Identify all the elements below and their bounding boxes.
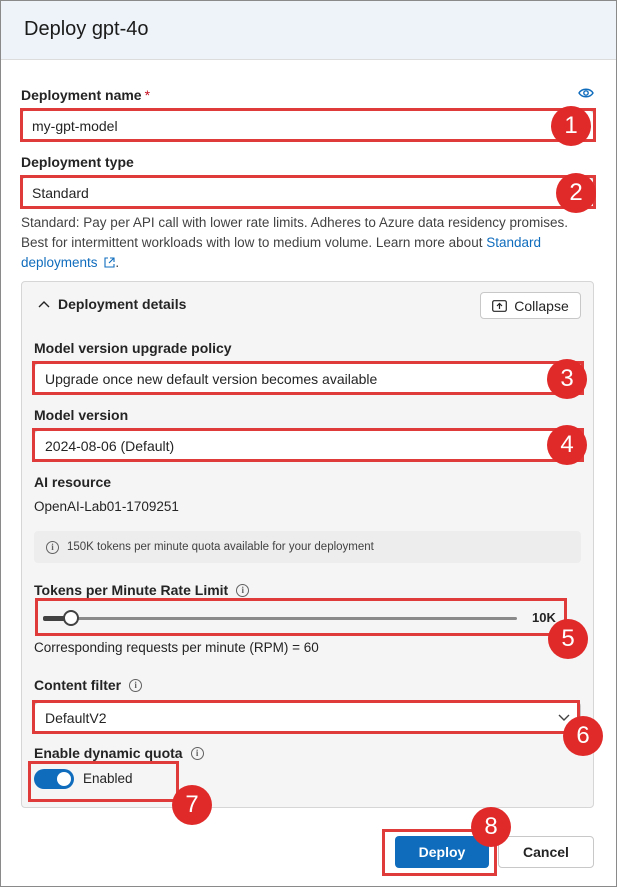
dialog-title: Deploy gpt-4o	[24, 18, 149, 40]
model-version-select[interactable]: 2024-08-06 (Default)	[34, 430, 581, 462]
annotation-badge-6: 6	[563, 716, 603, 756]
dynamic-quota-toggle-label: Enabled	[83, 771, 133, 786]
content-filter-label: Content filter i	[34, 677, 143, 693]
deployment-details-title: Deployment details	[58, 296, 187, 312]
deployment-details-toggle[interactable]: Deployment details	[38, 296, 186, 312]
annotation-badge-8: 8	[471, 807, 511, 847]
info-icon[interactable]: i	[236, 583, 250, 597]
content-filter-select[interactable]: DefaultV2	[34, 702, 581, 734]
deployment-type-value: Standard	[32, 185, 89, 201]
ai-resource-value: OpenAI-Lab01-1709251	[34, 499, 179, 514]
annotation-badge-3: 3	[547, 359, 587, 399]
deployment-name-input[interactable]: my-gpt-model	[21, 110, 594, 142]
dialog-header: Deploy gpt-4o	[1, 1, 616, 60]
deployment-name-value: my-gpt-model	[32, 118, 118, 134]
quota-info-text: 150K tokens per minute quota available f…	[67, 541, 374, 553]
content-filter-value: DefaultV2	[45, 710, 107, 726]
annotation-badge-1: 1	[551, 106, 591, 146]
collapse-button[interactable]: Collapse	[480, 292, 581, 319]
cancel-button[interactable]: Cancel	[498, 836, 594, 868]
dynamic-quota-label: Enable dynamic quota i	[34, 745, 204, 761]
required-mark: *	[144, 87, 151, 103]
annotation-badge-5: 5	[548, 619, 588, 659]
annotation-badge-2: 2	[556, 173, 596, 213]
tpm-value: 10K	[532, 610, 556, 625]
quota-info-bar: i 150K tokens per minute quota available…	[34, 531, 581, 563]
info-icon[interactable]: i	[129, 678, 143, 692]
upgrade-policy-label: Model version upgrade policy	[34, 340, 232, 356]
deployment-type-help: Standard: Pay per API call with lower ra…	[21, 215, 569, 270]
chevron-up-icon	[38, 301, 50, 308]
model-version-label: Model version	[34, 407, 129, 423]
model-version-value: 2024-08-06 (Default)	[45, 438, 175, 454]
deploy-button[interactable]: Deploy	[395, 836, 489, 868]
collapse-icon	[492, 299, 508, 312]
annotation-badge-4: 4	[547, 425, 587, 465]
ai-resource-label: AI resource	[34, 474, 112, 490]
deployment-type-label: Deployment type	[21, 154, 134, 170]
upgrade-policy-value: Upgrade once new default version becomes…	[45, 371, 378, 387]
eye-icon[interactable]	[578, 86, 594, 98]
external-link-icon	[104, 257, 115, 268]
rpm-text: Corresponding requests per minute (RPM) …	[34, 640, 319, 655]
dynamic-quota-toggle[interactable]	[34, 769, 74, 789]
info-icon[interactable]: i	[190, 746, 204, 760]
deployment-name-label: Deployment name *	[21, 87, 151, 103]
annotation-badge-7: 7	[172, 785, 212, 825]
tpm-slider-track[interactable]	[43, 617, 517, 620]
deployment-type-select[interactable]: Standard	[21, 177, 594, 209]
tpm-label: Tokens per Minute Rate Limit i	[34, 582, 250, 598]
info-icon: i	[46, 540, 59, 554]
upgrade-policy-select[interactable]: Upgrade once new default version becomes…	[34, 363, 581, 395]
